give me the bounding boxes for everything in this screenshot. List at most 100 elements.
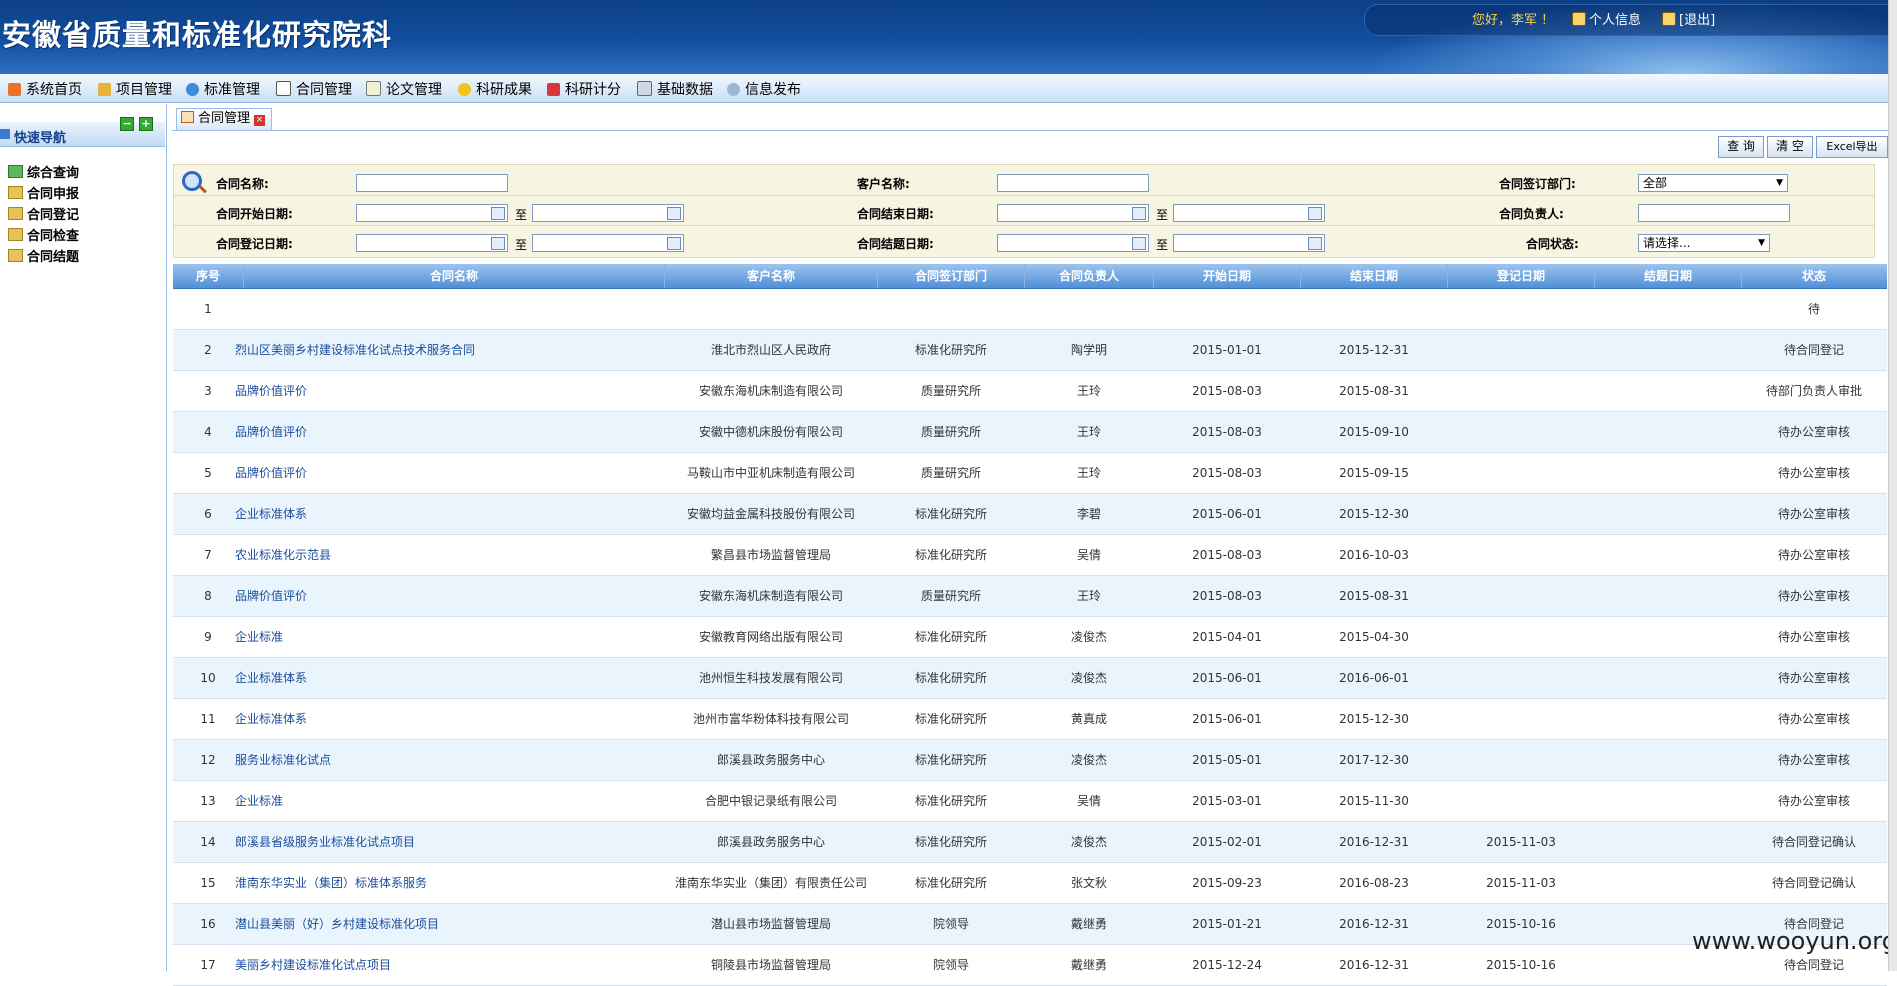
menu-item-contracts[interactable]: 合同管理 <box>276 79 352 99</box>
close-date-from-input[interactable] <box>997 234 1149 252</box>
sidebar-item-overview[interactable]: 综合查询 <box>0 162 79 181</box>
column-header-status[interactable]: 状态 <box>1742 264 1886 288</box>
column-header-name[interactable]: 合同名称 <box>244 264 665 288</box>
table-row[interactable]: 9 企业标准 安徽教育网络出版有限公司 标准化研究所 凌俊杰 2015-04-01 2015… <box>173 617 1887 658</box>
menu-item-standards[interactable]: 标准管理 <box>186 79 260 99</box>
contract-name-link[interactable]: 品牌价值评价 <box>235 453 665 493</box>
customer-name-input[interactable] <box>997 174 1149 192</box>
contract-name-link[interactable]: 企业标准体系 <box>235 494 665 534</box>
column-header-close[interactable]: 结题日期 <box>1595 264 1742 288</box>
table-row[interactable]: 7 农业标准化示范县 繁昌县市场监督管理局 标准化研究所 吴倩 2015-08-03 201… <box>173 535 1887 576</box>
cell-customer: 淮南东华实业（集团）有限责任公司 <box>674 876 867 890</box>
clear-button[interactable]: 清 空 <box>1767 136 1813 158</box>
calendar-icon[interactable] <box>1132 237 1146 250</box>
sidebar-item-close[interactable]: 合同结题 <box>0 246 79 265</box>
cell-dept: 标准化研究所 <box>914 507 987 521</box>
user-icon <box>1662 12 1676 26</box>
table-row[interactable]: 8 品牌价值评价 安徽东海机床制造有限公司 质量研究所 王玲 2015-08-03 2015… <box>173 576 1887 617</box>
end-date-from-input[interactable] <box>997 204 1149 222</box>
menu-item-papers[interactable]: 论文管理 <box>366 79 442 99</box>
contract-name-link[interactable]: 企业标准 <box>235 781 665 821</box>
table-row[interactable]: 1待 <box>173 289 1887 330</box>
start-date-to-input[interactable] <box>532 204 684 222</box>
contract-name-link[interactable]: 烈山区美丽乡村建设标准化试点技术服务合同 <box>235 330 665 370</box>
cell-owner: 陶学明 <box>1070 343 1107 357</box>
table-row[interactable]: 14 郎溪县省级服务业标准化试点项目 郎溪县政务服务中心 标准化研究所 凌俊杰 2015-… <box>173 822 1887 863</box>
contract-name-link[interactable]: 淮南东华实业（集团）标准体系服务 <box>235 863 665 903</box>
contract-name-link[interactable]: 农业标准化示范县 <box>235 535 665 575</box>
reg-date-to-input[interactable] <box>532 234 684 252</box>
status-select[interactable]: 请选择... ▼ <box>1638 234 1770 252</box>
calendar-icon[interactable] <box>1308 207 1322 220</box>
menu-item-scoring[interactable]: 科研计分 <box>547 79 621 99</box>
vertical-scrollbar[interactable] <box>1888 0 1897 971</box>
contract-name-link[interactable]: 潜山县美丽（好）乡村建设标准化项目 <box>235 904 665 944</box>
contract-name-link[interactable] <box>235 289 665 329</box>
table-row[interactable]: 15 淮南东华实业（集团）标准体系服务 淮南东华实业（集团）有限责任公司 标准化研究所… <box>173 863 1887 904</box>
column-header-customer[interactable]: 客户名称 <box>665 264 878 288</box>
column-header-end[interactable]: 结束日期 <box>1301 264 1448 288</box>
expand-all-button[interactable]: + <box>139 117 153 131</box>
end-date-to-input[interactable] <box>1173 204 1325 222</box>
table-row[interactable]: 6 企业标准体系 安徽均益金属科技股份有限公司 标准化研究所 李碧 2015-06-01 2… <box>173 494 1887 535</box>
profile-link[interactable]: 个人信息 <box>1572 9 1641 28</box>
table-row[interactable]: 3 品牌价值评价 安徽东海机床制造有限公司 质量研究所 王玲 2015-08-03 2015… <box>173 371 1887 412</box>
column-header-dept[interactable]: 合同签订部门 <box>878 264 1025 288</box>
sidebar-item-check[interactable]: 合同检查 <box>0 225 79 244</box>
query-button[interactable]: 查 询 <box>1718 136 1764 158</box>
contract-name-link[interactable]: 品牌价值评价 <box>235 576 665 616</box>
table-row[interactable]: 2 烈山区美丽乡村建设标准化试点技术服务合同 淮北市烈山区人民政府 标准化研究所 陶学明… <box>173 330 1887 371</box>
contract-name-link[interactable]: 美丽乡村建设标准化试点项目 <box>235 945 665 985</box>
cell-reg <box>1448 781 1594 821</box>
dept-select[interactable]: 全部 ▼ <box>1638 174 1788 192</box>
table-row[interactable]: 17 美丽乡村建设标准化试点项目 铜陵县市场监督管理局 院领导 戴继勇 2015-12-2… <box>173 945 1887 986</box>
calendar-icon[interactable] <box>1132 207 1146 220</box>
menu-item-results[interactable]: 科研成果 <box>458 79 532 99</box>
contract-name-link[interactable]: 企业标准体系 <box>235 658 665 698</box>
sidebar-item-register[interactable]: 合同登记 <box>0 204 79 223</box>
owner-input[interactable] <box>1638 204 1790 222</box>
table-row[interactable]: 12 服务业标准化试点 郎溪县政务服务中心 标准化研究所 凌俊杰 2015-05-01 20… <box>173 740 1887 781</box>
cell-dept: 质量研究所 <box>920 425 981 439</box>
table-row[interactable]: 16 潜山县美丽（好）乡村建设标准化项目 潜山县市场监督管理局 院领导 戴继勇 2015-… <box>173 904 1887 945</box>
column-header-owner[interactable]: 合同负责人 <box>1025 264 1154 288</box>
menu-item-home[interactable]: 系统首页 <box>8 79 82 99</box>
contract-name-input[interactable] <box>356 174 508 192</box>
cell-dept: 院领导 <box>932 917 969 931</box>
gem-icon <box>547 83 560 96</box>
menu-item-publish[interactable]: 信息发布 <box>727 79 801 99</box>
start-date-from-input[interactable] <box>356 204 508 222</box>
table-row[interactable]: 4 品牌价值评价 安徽中德机床股份有限公司 质量研究所 王玲 2015-08-03 2015… <box>173 412 1887 453</box>
contract-name-link[interactable]: 企业标准体系 <box>235 699 665 739</box>
calendar-icon[interactable] <box>1308 237 1322 250</box>
contract-name-link[interactable]: 服务业标准化试点 <box>235 740 665 780</box>
table-row[interactable]: 5 品牌价值评价 马鞍山市中亚机床制造有限公司 质量研究所 王玲 2015-08-03 20… <box>173 453 1887 494</box>
table-row[interactable]: 10 企业标准体系 池州恒生科技发展有限公司 标准化研究所 凌俊杰 2015-06-01 2… <box>173 658 1887 699</box>
column-header-no[interactable]: 序号 <box>173 264 244 288</box>
contract-name-link[interactable]: 郎溪县省级服务业标准化试点项目 <box>235 822 665 862</box>
contract-name-link[interactable]: 品牌价值评价 <box>235 412 665 452</box>
sidebar-item-apply[interactable]: 合同申报 <box>0 183 79 202</box>
table-row[interactable]: 13 企业标准 合肥中银记录纸有限公司 标准化研究所 吴倩 2015-03-01 2015-… <box>173 781 1887 822</box>
calendar-icon[interactable] <box>491 207 505 220</box>
table-row[interactable]: 11 企业标准体系 池州市富华粉体科技有限公司 标准化研究所 黄真成 2015-06-01… <box>173 699 1887 740</box>
close-date-to-input[interactable] <box>1173 234 1325 252</box>
cell-dept: 标准化研究所 <box>914 876 987 890</box>
menu-item-projects[interactable]: 项目管理 <box>98 79 172 99</box>
cell-end: 2015-08-31 <box>1339 384 1409 398</box>
calendar-icon[interactable] <box>667 237 681 250</box>
menu-item-basedata[interactable]: 基础数据 <box>637 79 713 99</box>
contract-name-link[interactable]: 企业标准 <box>235 617 665 657</box>
range-separator: 至 <box>1156 238 1169 252</box>
calendar-icon[interactable] <box>491 237 505 250</box>
column-header-start[interactable]: 开始日期 <box>1154 264 1301 288</box>
contract-name-link[interactable]: 品牌价值评价 <box>235 371 665 411</box>
column-header-reg[interactable]: 登记日期 <box>1448 264 1595 288</box>
collapse-all-button[interactable]: − <box>120 117 134 131</box>
logout-link[interactable]: [退出] <box>1662 9 1715 28</box>
reg-date-from-input[interactable] <box>356 234 508 252</box>
calendar-icon[interactable] <box>667 207 681 220</box>
excel-export-button[interactable]: Excel导出 <box>1816 136 1888 158</box>
tab-contracts[interactable]: 合同管理 × <box>176 108 273 130</box>
close-icon[interactable]: × <box>254 115 266 126</box>
